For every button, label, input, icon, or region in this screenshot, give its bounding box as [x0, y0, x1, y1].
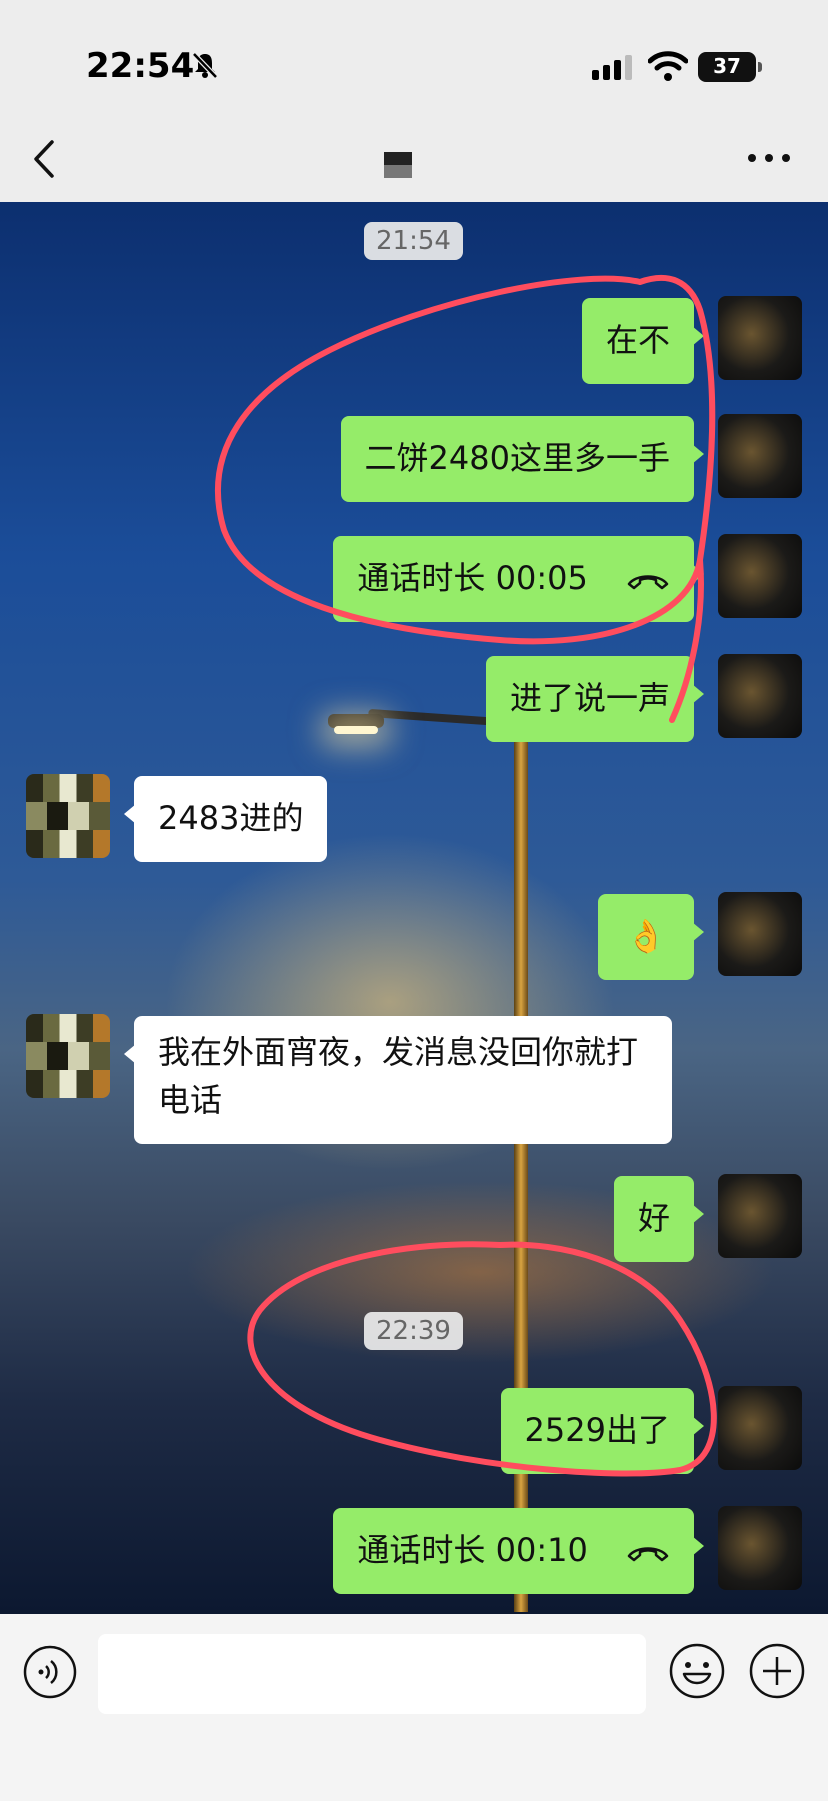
chat-header [0, 120, 828, 202]
chat-message-list[interactable]: 21:54 在不 二饼2480这里多一手 通话时长 00:05 进了说一声 24… [0, 202, 828, 1614]
wallpaper-lamp-light [334, 726, 378, 734]
chat-title [384, 152, 412, 178]
avatar-self[interactable] [718, 1506, 802, 1590]
avatar-self[interactable] [718, 1386, 802, 1470]
message-text: 进了说一声 [509, 679, 670, 717]
message-bubble-self[interactable]: 二饼2480这里多一手 [340, 416, 705, 502]
avatar-self[interactable] [718, 414, 802, 498]
input-bar [0, 1614, 828, 1730]
voice-icon[interactable] [22, 1644, 78, 1700]
battery-level: 37 [713, 54, 741, 78]
message-bubble-self[interactable]: 在不 [581, 298, 705, 384]
avatar-contact[interactable] [26, 1014, 110, 1098]
ok-hand-emoji: 👌 [626, 917, 666, 955]
wifi-icon [648, 51, 688, 81]
plus-icon[interactable] [748, 1642, 806, 1700]
phone-hangup-icon [627, 1547, 669, 1562]
message-text: 2529出了 [524, 1411, 670, 1449]
message-bubble-other[interactable]: 我在外面宵夜，发消息没回你就打电话 [124, 1016, 672, 1144]
message-text: 二饼2480这里多一手 [364, 439, 670, 477]
avatar-contact[interactable] [26, 774, 110, 858]
avatar-self[interactable] [718, 1174, 802, 1258]
bell-muted-icon [192, 52, 218, 79]
chevron-left-icon[interactable] [30, 138, 60, 180]
avatar-self[interactable] [718, 534, 802, 618]
avatar-self[interactable] [718, 296, 802, 380]
message-bubble-self[interactable]: 进了说一声 [485, 656, 705, 742]
message-bubble-self[interactable]: 2529出了 [500, 1388, 705, 1474]
call-duration-text: 通话时长 00:05 [357, 559, 588, 597]
message-bubble-self[interactable]: 好 [613, 1176, 705, 1262]
cellular-signal-icon [592, 55, 632, 80]
avatar-self[interactable] [718, 892, 802, 976]
call-record-bubble[interactable]: 通话时长 00:05 [333, 536, 704, 622]
message-text: 好 [637, 1199, 670, 1237]
message-bubble-other[interactable]: 2483进的 [123, 776, 328, 862]
message-input[interactable] [98, 1634, 646, 1714]
call-duration-text: 通话时长 00:10 [357, 1531, 588, 1569]
timestamp: 22:39 [364, 1312, 463, 1350]
message-text: 2483进的 [158, 799, 304, 837]
status-bar: 22:54 37 [0, 0, 828, 120]
message-bubble-self[interactable]: 👌 [598, 894, 704, 980]
avatar-self[interactable] [718, 654, 802, 738]
battery-icon: 37 [698, 52, 762, 82]
message-text: 我在外面宵夜，发消息没回你就打电话 [158, 1033, 639, 1119]
phone-hangup-icon [627, 575, 669, 590]
home-indicator-area [0, 1730, 828, 1801]
ellipsis-icon[interactable] [746, 150, 792, 166]
timestamp: 21:54 [364, 222, 463, 260]
call-record-bubble[interactable]: 通话时长 00:10 [333, 1508, 704, 1594]
status-time: 22:54 [86, 46, 195, 86]
wallpaper-lamp-pole [514, 732, 528, 1612]
emoji-icon[interactable] [668, 1642, 726, 1700]
message-text: 在不 [605, 321, 670, 359]
